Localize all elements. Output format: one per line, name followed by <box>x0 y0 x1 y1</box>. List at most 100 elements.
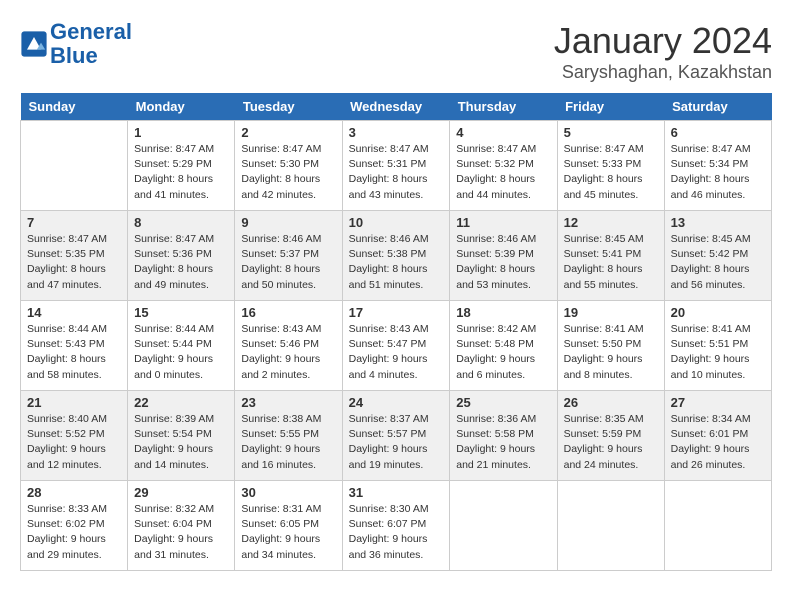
day-info: Sunrise: 8:47 AMSunset: 5:36 PMDaylight:… <box>134 232 228 293</box>
calendar-cell <box>664 481 771 571</box>
calendar-cell: 8 Sunrise: 8:47 AMSunset: 5:36 PMDaylight… <box>128 211 235 301</box>
calendar-cell: 30 Sunrise: 8:31 AMSunset: 6:05 PMDayligh… <box>235 481 342 571</box>
day-number: 20 <box>671 305 765 320</box>
day-number: 9 <box>241 215 335 230</box>
calendar-cell: 17Sunrise: 8:43 AMSunset: 5:47 PMDayligh… <box>342 301 450 391</box>
weekday-header-tuesday: Tuesday <box>235 93 342 121</box>
weekday-header-friday: Friday <box>557 93 664 121</box>
day-info: Sunrise: 8:47 AMSunset: 5:34 PMDaylight:… <box>671 142 765 203</box>
day-number: 30 <box>241 485 335 500</box>
calendar-cell: 12Sunrise: 8:45 AMSunset: 5:41 PMDayligh… <box>557 211 664 301</box>
location-title: Saryshaghan, Kazakhstan <box>554 62 772 83</box>
day-number: 27 <box>671 395 765 410</box>
day-number: 26 <box>564 395 658 410</box>
calendar-table: SundayMondayTuesdayWednesdayThursdayFrid… <box>20 93 772 571</box>
logo-line2: Blue <box>50 43 98 68</box>
calendar-cell: 19 Sunrise: 8:41 AMSunset: 5:50 PMDayligh… <box>557 301 664 391</box>
day-info: Sunrise: 8:36 AMSunset: 5:58 PMDaylight:… <box>456 412 550 473</box>
calendar-cell: 20 Sunrise: 8:41 AMSunset: 5:51 PMDayligh… <box>664 301 771 391</box>
logo-line1: General <box>50 19 132 44</box>
day-info: Sunrise: 8:42 AMSunset: 5:48 PMDaylight:… <box>456 322 550 383</box>
calendar-cell: 18 Sunrise: 8:42 AMSunset: 5:48 PMDayligh… <box>450 301 557 391</box>
calendar-cell: 25 Sunrise: 8:36 AMSunset: 5:58 PMDayligh… <box>450 391 557 481</box>
weekday-header-sunday: Sunday <box>21 93 128 121</box>
day-number: 16 <box>241 305 335 320</box>
day-info: Sunrise: 8:39 AMSunset: 5:54 PMDaylight:… <box>134 412 228 473</box>
day-info: Sunrise: 8:35 AMSunset: 5:59 PMDaylight:… <box>564 412 658 473</box>
calendar-cell: 6Sunrise: 8:47 AMSunset: 5:34 PMDaylight… <box>664 121 771 211</box>
calendar-cell: 26 Sunrise: 8:35 AMSunset: 5:59 PMDayligh… <box>557 391 664 481</box>
day-number: 11 <box>456 215 550 230</box>
day-number: 8 <box>134 215 228 230</box>
day-info: Sunrise: 8:45 AMSunset: 5:42 PMDaylight:… <box>671 232 765 293</box>
day-number: 4 <box>456 125 550 140</box>
day-info: Sunrise: 8:34 AMSunset: 6:01 PMDaylight:… <box>671 412 765 473</box>
day-info: Sunrise: 8:44 AMSunset: 5:44 PMDaylight:… <box>134 322 228 383</box>
day-info: Sunrise: 8:37 AMSunset: 5:57 PMDaylight:… <box>349 412 444 473</box>
day-info: Sunrise: 8:41 AMSunset: 5:51 PMDaylight:… <box>671 322 765 383</box>
calendar-cell: 4Sunrise: 8:47 AMSunset: 5:32 PMDaylight… <box>450 121 557 211</box>
month-title: January 2024 <box>554 20 772 62</box>
weekday-header-row: SundayMondayTuesdayWednesdayThursdayFrid… <box>21 93 772 121</box>
calendar-week-row: 21Sunrise: 8:40 AMSunset: 5:52 PMDayligh… <box>21 391 772 481</box>
day-info: Sunrise: 8:38 AMSunset: 5:55 PMDaylight:… <box>241 412 335 473</box>
calendar-cell: 9 Sunrise: 8:46 AMSunset: 5:37 PMDaylight… <box>235 211 342 301</box>
day-number: 19 <box>564 305 658 320</box>
calendar-cell: 24 Sunrise: 8:37 AMSunset: 5:57 PMDayligh… <box>342 391 450 481</box>
page-header: General Blue January 2024 Saryshaghan, K… <box>20 20 772 83</box>
calendar-cell: 31 Sunrise: 8:30 AMSunset: 6:07 PMDayligh… <box>342 481 450 571</box>
day-info: Sunrise: 8:41 AMSunset: 5:50 PMDaylight:… <box>564 322 658 383</box>
day-info: Sunrise: 8:40 AMSunset: 5:52 PMDaylight:… <box>27 412 121 473</box>
day-info: Sunrise: 8:33 AMSunset: 6:02 PMDaylight:… <box>27 502 121 563</box>
day-info: Sunrise: 8:44 AMSunset: 5:43 PMDaylight:… <box>27 322 121 383</box>
weekday-header-saturday: Saturday <box>664 93 771 121</box>
calendar-cell: 23 Sunrise: 8:38 AMSunset: 5:55 PMDayligh… <box>235 391 342 481</box>
day-info: Sunrise: 8:46 AMSunset: 5:38 PMDaylight:… <box>349 232 444 293</box>
day-info: Sunrise: 8:31 AMSunset: 6:05 PMDaylight:… <box>241 502 335 563</box>
day-number: 7 <box>27 215 121 230</box>
calendar-week-row: 7 Sunrise: 8:47 AMSunset: 5:35 PMDaylight… <box>21 211 772 301</box>
day-number: 25 <box>456 395 550 410</box>
calendar-cell: 14Sunrise: 8:44 AMSunset: 5:43 PMDayligh… <box>21 301 128 391</box>
day-number: 18 <box>456 305 550 320</box>
calendar-cell: 28 Sunrise: 8:33 AMSunset: 6:02 PMDayligh… <box>21 481 128 571</box>
day-info: Sunrise: 8:47 AMSunset: 5:33 PMDaylight:… <box>564 142 658 203</box>
day-info: Sunrise: 8:46 AMSunset: 5:37 PMDaylight:… <box>241 232 335 293</box>
calendar-cell: 1 Sunrise: 8:47 AMSunset: 5:29 PMDaylight… <box>128 121 235 211</box>
calendar-cell: 7 Sunrise: 8:47 AMSunset: 5:35 PMDaylight… <box>21 211 128 301</box>
day-number: 12 <box>564 215 658 230</box>
calendar-cell: 2Sunrise: 8:47 AMSunset: 5:30 PMDaylight… <box>235 121 342 211</box>
day-number: 22 <box>134 395 228 410</box>
day-number: 13 <box>671 215 765 230</box>
calendar-week-row: 1 Sunrise: 8:47 AMSunset: 5:29 PMDaylight… <box>21 121 772 211</box>
day-number: 10 <box>349 215 444 230</box>
day-info: Sunrise: 8:30 AMSunset: 6:07 PMDaylight:… <box>349 502 444 563</box>
title-block: January 2024 Saryshaghan, Kazakhstan <box>554 20 772 83</box>
weekday-header-monday: Monday <box>128 93 235 121</box>
calendar-cell: 10 Sunrise: 8:46 AMSunset: 5:38 PMDayligh… <box>342 211 450 301</box>
calendar-cell: 21Sunrise: 8:40 AMSunset: 5:52 PMDayligh… <box>21 391 128 481</box>
day-number: 17 <box>349 305 444 320</box>
calendar-cell: 27 Sunrise: 8:34 AMSunset: 6:01 PMDayligh… <box>664 391 771 481</box>
day-number: 5 <box>564 125 658 140</box>
day-number: 3 <box>349 125 444 140</box>
day-number: 24 <box>349 395 444 410</box>
logo-icon <box>20 30 48 58</box>
day-info: Sunrise: 8:47 AMSunset: 5:29 PMDaylight:… <box>134 142 228 203</box>
calendar-cell: 29Sunrise: 8:32 AMSunset: 6:04 PMDayligh… <box>128 481 235 571</box>
day-info: Sunrise: 8:32 AMSunset: 6:04 PMDaylight:… <box>134 502 228 563</box>
calendar-cell: 22 Sunrise: 8:39 AMSunset: 5:54 PMDayligh… <box>128 391 235 481</box>
logo: General Blue <box>20 20 132 68</box>
calendar-cell: 16Sunrise: 8:43 AMSunset: 5:46 PMDayligh… <box>235 301 342 391</box>
day-number: 2 <box>241 125 335 140</box>
day-number: 1 <box>134 125 228 140</box>
calendar-cell <box>450 481 557 571</box>
day-info: Sunrise: 8:47 AMSunset: 5:31 PMDaylight:… <box>349 142 444 203</box>
calendar-cell: 3 Sunrise: 8:47 AMSunset: 5:31 PMDaylight… <box>342 121 450 211</box>
day-number: 23 <box>241 395 335 410</box>
calendar-week-row: 14Sunrise: 8:44 AMSunset: 5:43 PMDayligh… <box>21 301 772 391</box>
day-info: Sunrise: 8:47 AMSunset: 5:35 PMDaylight:… <box>27 232 121 293</box>
day-number: 28 <box>27 485 121 500</box>
calendar-cell <box>557 481 664 571</box>
day-number: 31 <box>349 485 444 500</box>
